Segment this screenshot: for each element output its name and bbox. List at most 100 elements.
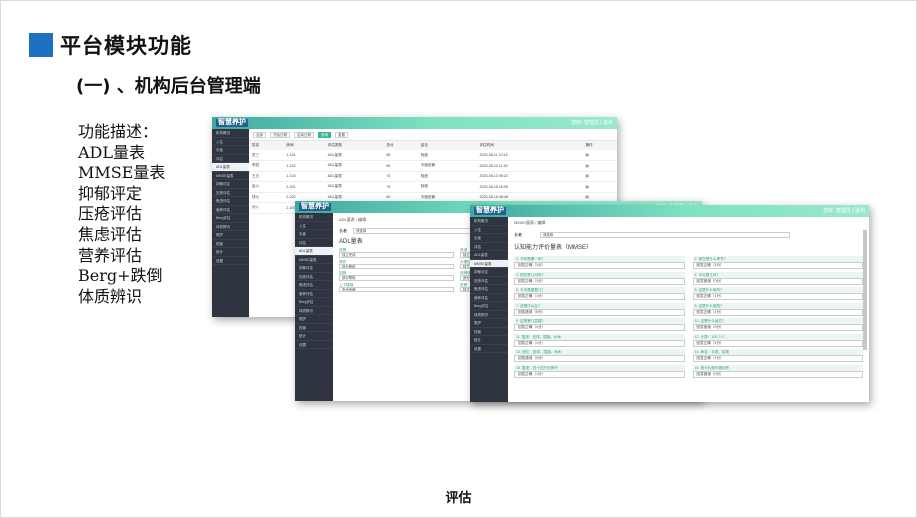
answer-select[interactable]: 回答正确（1分） xyxy=(514,339,685,347)
answer-select[interactable]: 部分帮助 xyxy=(339,275,454,281)
header-user[interactable]: 您好, 管理员 | 退出 xyxy=(571,119,613,127)
sidebar-item[interactable]: 照护 xyxy=(212,231,249,240)
cell-type: ADL量表 xyxy=(324,150,384,161)
sidebar-item[interactable]: 焦虑评估 xyxy=(295,281,333,290)
sidebar-item[interactable]: 压疮评估 xyxy=(212,189,249,197)
sidebar-item[interactable]: 照护 xyxy=(295,315,333,324)
answer-select[interactable]: 回答正确（1分） xyxy=(692,339,863,347)
sidebar-item[interactable]: 设置 xyxy=(470,345,508,353)
sidebar-item[interactable]: Berg评估 xyxy=(470,302,508,311)
sidebar-item[interactable]: 统计 xyxy=(295,332,333,341)
sidebar-item[interactable]: 设置 xyxy=(295,341,333,349)
sidebar-item[interactable]: 档案 xyxy=(470,328,508,336)
sidebar-item[interactable]: 统计 xyxy=(212,248,249,257)
answer-select[interactable]: 部分帮助 xyxy=(339,263,454,269)
view-icon[interactable]: ▤ xyxy=(582,160,617,172)
sidebar-item[interactable]: 焦虑评估 xyxy=(470,285,508,294)
answer-select[interactable]: 回答正确（1分） xyxy=(514,324,685,331)
cell-name: 孙八 xyxy=(249,202,284,214)
cell-room: 2-201 xyxy=(283,181,325,193)
sidebar-item[interactable]: 机构概况 xyxy=(470,217,508,226)
sidebar-item[interactable]: 营养评估 xyxy=(295,290,333,298)
sidebar-item[interactable]: Berg评估 xyxy=(295,298,333,307)
sidebar-item[interactable]: ADL量表 xyxy=(470,251,508,260)
sidebar-item[interactable]: 体质辨识 xyxy=(470,311,508,319)
answer-select[interactable]: 回答错误（0分） xyxy=(692,370,863,378)
mmse-content: MMSE量表 / 编辑 长者 请选择 认知能力评价量表（MMSE） 1. 今年是… xyxy=(508,217,869,402)
answer-select[interactable]: 回答正确（1分） xyxy=(514,370,685,378)
description-item: 营养评估 xyxy=(78,245,143,265)
sidebar-item[interactable]: 抑郁评定 xyxy=(470,268,508,277)
elder-select[interactable]: 请选择 xyxy=(353,228,473,234)
reset-button[interactable]: 重置 xyxy=(335,131,348,138)
answer-select[interactable]: 回答正确（1分） xyxy=(514,293,685,300)
sidebar-item[interactable]: 压疮评估 xyxy=(470,277,508,285)
answer-select[interactable]: 回答正确（1分） xyxy=(514,277,685,285)
sidebar-item[interactable]: 体质辨识 xyxy=(295,307,333,315)
sidebar-item[interactable]: 体质辨识 xyxy=(212,223,249,231)
sidebar-item[interactable]: 评估 xyxy=(470,243,508,251)
sidebar-item[interactable]: 档案 xyxy=(295,324,333,332)
description-heading: 功能描述： xyxy=(78,122,159,141)
view-icon[interactable]: ▤ xyxy=(582,171,617,182)
sidebar-item[interactable]: 抑郁评定 xyxy=(212,180,249,189)
sidebar-item[interactable]: 评估 xyxy=(212,155,249,163)
sidebar-item[interactable]: 长者 xyxy=(470,234,508,243)
cell-type: ADL量表 xyxy=(324,181,384,193)
table-header-row: 姓名 房间 评估类型 总分 结论 评估时间 操作 xyxy=(249,141,617,150)
answer-select[interactable]: 回答正确（1分） xyxy=(692,262,863,269)
start-date-input[interactable]: 开始日期 xyxy=(270,131,290,138)
elder-select[interactable]: 请选择 xyxy=(540,232,790,238)
answer-select[interactable]: 回答错误（0分） xyxy=(514,308,685,316)
sidebar-item[interactable]: 照护 xyxy=(470,319,508,328)
sidebar: 机构概况 入住 长者 评估 ADL量表 MMSE量表 抑郁评定 压疮评估 焦虑评… xyxy=(295,213,333,401)
answer-select[interactable]: 完全依赖 xyxy=(339,286,454,292)
answer-select[interactable]: 独立完成 xyxy=(339,252,454,258)
table-row[interactable]: 王五 1-103 ADL量表 70 轻度 2023-05-13 09:22 ▤ xyxy=(249,171,617,182)
answer-select[interactable]: 回答错误（0分） xyxy=(514,355,685,362)
search-button[interactable]: 查询 xyxy=(318,131,331,138)
answer-select[interactable]: 回答错误（0分） xyxy=(692,324,863,331)
answer-select[interactable]: 回答正确（1分） xyxy=(692,293,863,300)
sidebar-item[interactable]: 压疮评估 xyxy=(295,273,333,281)
sidebar-item[interactable]: MMSE量表 xyxy=(212,172,249,180)
cell-time: 2023-05-13 09:22 xyxy=(476,171,583,182)
type-filter[interactable]: 全部 xyxy=(253,131,266,138)
sidebar-item[interactable]: 入住 xyxy=(295,222,333,230)
table-row[interactable]: 李四 1-102 ADL量表 65 中度依赖 2023-05-12 11:40 … xyxy=(249,160,617,172)
end-date-input[interactable]: 结束日期 xyxy=(294,131,314,138)
sidebar-item[interactable]: 营养评估 xyxy=(470,294,508,302)
table-row[interactable]: 赵六 2-201 ADL量表 75 轻度 2023-05-15 16:05 ▤ xyxy=(249,181,617,193)
sidebar-item[interactable]: 抑郁评定 xyxy=(295,264,333,273)
sidebar-item[interactable]: 长者 xyxy=(295,230,333,239)
table-row[interactable]: 张三 1-101 ADL量表 85 轻度 2023-05-11 10:15 ▤ xyxy=(249,150,617,161)
sidebar-item[interactable]: 统计 xyxy=(470,336,508,345)
column-header: 房间 xyxy=(283,141,325,150)
sidebar-item[interactable]: 机构概况 xyxy=(212,129,249,138)
header-user[interactable]: 您好, 管理员 | 退出 xyxy=(823,207,865,215)
answer-select[interactable]: 回答正确（1分） xyxy=(692,308,863,316)
feature-description: 功能描述： ADL量表 MMSE量表 抑郁评定 压疮评估 焦虑评估 营养评估 B… xyxy=(78,122,165,307)
sidebar-item[interactable]: 入住 xyxy=(212,138,249,146)
answer-select[interactable]: 回答错误（0分） xyxy=(692,277,863,285)
view-icon[interactable]: ▤ xyxy=(582,150,617,161)
sidebar-item[interactable]: 档案 xyxy=(212,240,249,248)
sidebar-item[interactable]: 设置 xyxy=(212,257,249,265)
sidebar-item-active[interactable]: MMSE量表 xyxy=(470,259,508,268)
scrollbar[interactable] xyxy=(863,230,867,350)
sidebar-item-active[interactable]: ADL量表 xyxy=(212,163,249,172)
sidebar-item[interactable]: 评估 xyxy=(295,239,333,247)
app-header: 智慧养护 您好, 管理员 | 退出 xyxy=(470,205,869,217)
sidebar-item[interactable]: 长者 xyxy=(212,146,249,155)
sidebar-item[interactable]: 营养评估 xyxy=(212,206,249,214)
sidebar-item[interactable]: 入住 xyxy=(470,226,508,234)
answer-select[interactable]: 回答正确（1分） xyxy=(514,262,685,269)
sidebar-item[interactable]: 机构概况 xyxy=(295,213,333,222)
sidebar-item[interactable]: Berg评估 xyxy=(212,214,249,223)
sidebar-item[interactable]: 焦虑评估 xyxy=(212,197,249,206)
view-icon[interactable]: ▤ xyxy=(582,181,617,193)
column-header: 操作 xyxy=(582,141,617,150)
sidebar-item-active[interactable]: ADL量表 xyxy=(295,247,333,256)
sidebar-item[interactable]: MMSE量表 xyxy=(295,256,333,264)
answer-select[interactable]: 回答正确（1分） xyxy=(692,355,863,362)
